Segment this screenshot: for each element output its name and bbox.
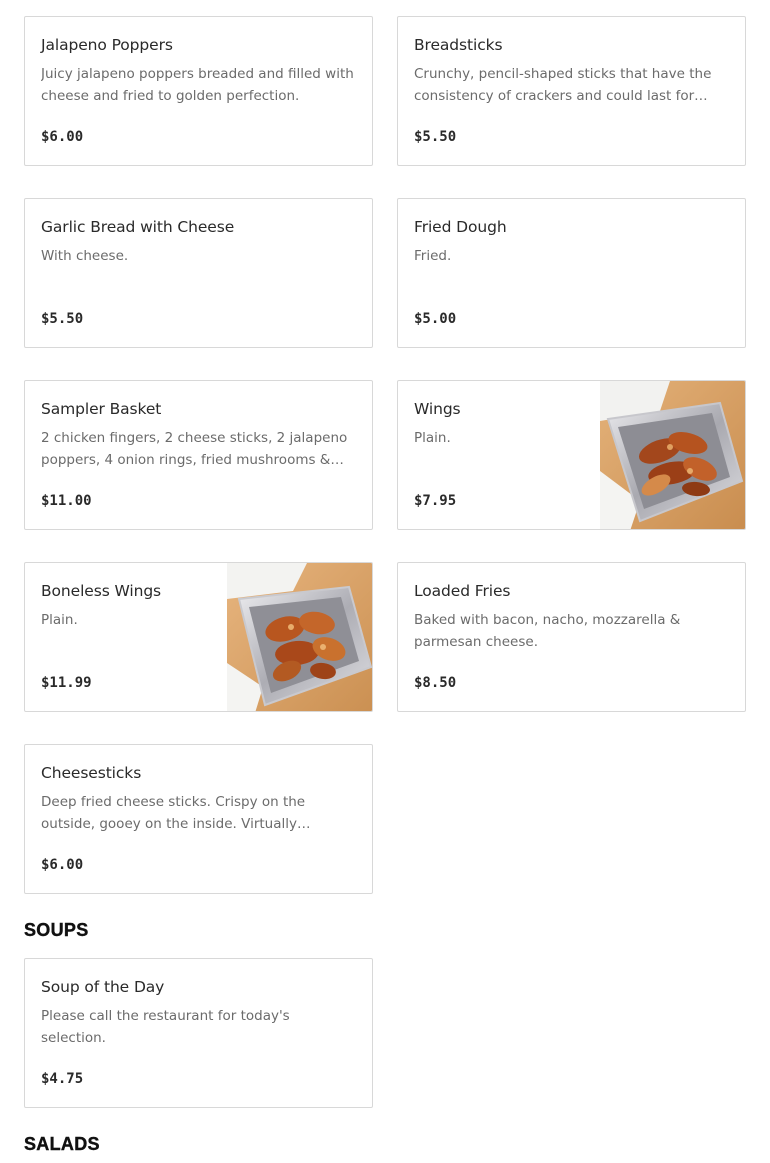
item-description: 2 chicken fingers, 2 cheese sticks, 2 ja… — [41, 430, 348, 468]
boneless-wings-photo — [227, 563, 372, 711]
item-description: Juicy jalapeno poppers breaded and fille… — [41, 66, 354, 104]
item-price: $6.00 — [41, 857, 84, 873]
menu-item-card[interactable]: Fried Dough Fried. $5.00 — [397, 198, 746, 348]
item-price: $6.00 — [41, 129, 84, 145]
menu-item-card[interactable]: Soup of the Day Please call the restaura… — [24, 958, 373, 1108]
item-description: Plain. — [41, 612, 78, 628]
item-description: With cheese. — [41, 248, 129, 264]
menu-item-card[interactable]: Cheesesticks Deep fried cheese sticks. C… — [24, 744, 373, 894]
item-name: Cheesesticks — [41, 764, 142, 782]
item-name: Loaded Fries — [414, 582, 511, 600]
item-price: $11.00 — [41, 493, 92, 509]
item-price: $11.99 — [41, 675, 92, 691]
item-description: Crunchy, pencil-shaped sticks that have … — [414, 66, 712, 104]
item-name: Boneless Wings — [41, 582, 162, 600]
menu-item-card[interactable]: Breadsticks Crunchy, pencil-shaped stick… — [397, 16, 746, 166]
item-name: Jalapeno Poppers — [41, 36, 173, 54]
item-name: Wings — [414, 400, 461, 418]
item-name: Breadsticks — [414, 36, 503, 54]
section-heading-soups: SOUPS — [24, 920, 89, 940]
menu-item-card[interactable]: Jalapeno Poppers Juicy jalapeno poppers … — [24, 16, 373, 166]
item-price: $4.75 — [41, 1071, 84, 1087]
item-price: $8.50 — [414, 675, 457, 691]
menu-item-card[interactable]: Garlic Bread with Cheese With cheese. $5… — [24, 198, 373, 348]
item-name: Fried Dough — [414, 218, 507, 236]
wings-photo — [600, 381, 745, 529]
menu-item-card[interactable]: Loaded Fries Baked with bacon, nacho, mo… — [397, 562, 746, 712]
item-description: Deep fried cheese sticks. Crispy on the … — [41, 794, 306, 832]
item-price: $5.50 — [41, 311, 84, 327]
item-description: Baked with bacon, nacho, mozzarella & pa… — [414, 612, 681, 650]
item-price: $7.95 — [414, 493, 457, 509]
menu-item-card[interactable]: Wings Plain. $7.95 — [397, 380, 746, 530]
item-price: $5.00 — [414, 311, 457, 327]
item-description: Fried. — [414, 248, 452, 264]
item-description: Please call the restaurant for today's s… — [41, 1008, 290, 1046]
item-name: Garlic Bread with Cheese — [41, 218, 235, 236]
menu-item-card[interactable]: Sampler Basket 2 chicken fingers, 2 chee… — [24, 380, 373, 530]
item-price: $5.50 — [414, 129, 457, 145]
item-name: Sampler Basket — [41, 400, 162, 418]
item-name: Soup of the Day — [41, 978, 165, 996]
section-heading-salads: SALADS — [24, 1134, 100, 1154]
item-description: Plain. — [414, 430, 451, 446]
menu-item-card[interactable]: Boneless Wings Plain. $11.99 — [24, 562, 373, 712]
